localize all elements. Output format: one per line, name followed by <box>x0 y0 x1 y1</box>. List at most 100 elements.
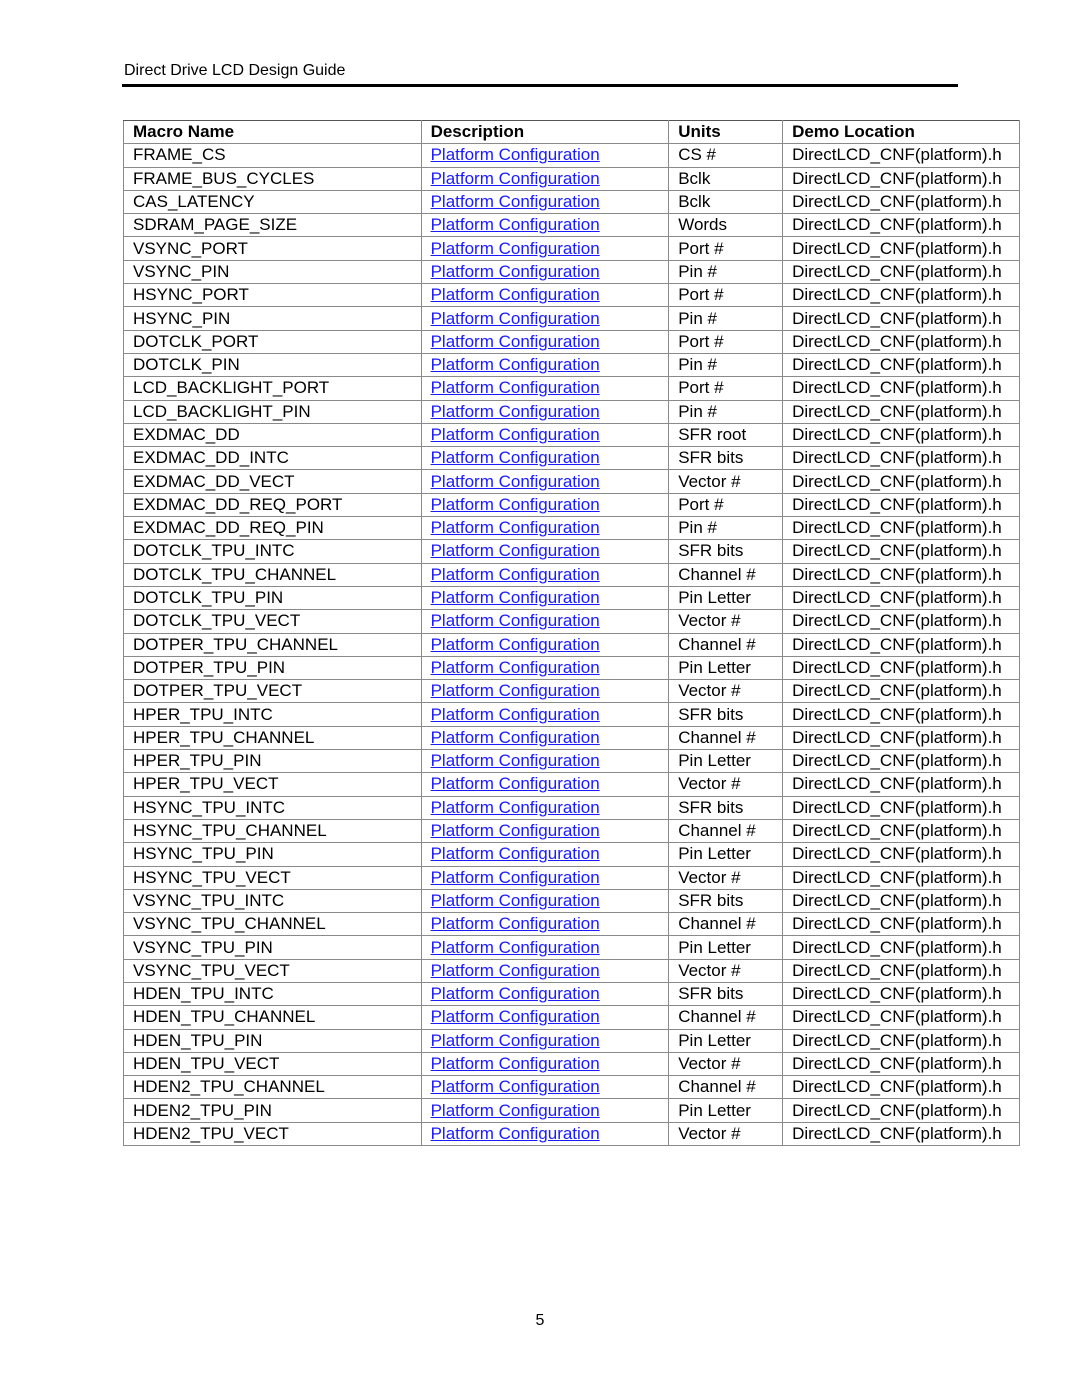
macro-name-cell: DOTCLK_PORT <box>123 329 422 354</box>
platform-configuration-link[interactable]: Platform Configuration <box>431 1124 600 1143</box>
platform-configuration-link[interactable]: Platform Configuration <box>431 914 600 933</box>
description-cell: Platform Configuration <box>420 446 670 471</box>
platform-configuration-link[interactable]: Platform Configuration <box>431 215 600 234</box>
platform-configuration-link[interactable]: Platform Configuration <box>431 355 600 374</box>
units-value: Bclk <box>678 192 711 212</box>
platform-configuration-link[interactable]: Platform Configuration <box>431 518 600 537</box>
platform-configuration-link[interactable]: Platform Configuration <box>431 1101 600 1120</box>
demo-location-value: DirectLCD_CNF(platform).h <box>792 355 1002 375</box>
demo-location-cell: DirectLCD_CNF(platform).h <box>782 702 1020 727</box>
platform-configuration-link[interactable]: Platform Configuration <box>431 541 600 560</box>
platform-configuration-link[interactable]: Platform Configuration <box>431 705 600 724</box>
macro-name: HDEN_TPU_INTC <box>133 984 274 1004</box>
units-value: Bclk <box>678 168 711 188</box>
demo-location-value: DirectLCD_CNF(platform).h <box>792 215 1002 235</box>
table-row: HPER_TPU_VECT Platform Configuration Vecto… <box>123 772 1020 797</box>
description-cell: Platform Configuration <box>420 912 670 937</box>
macro-name: CAS_LATENCY <box>133 192 255 212</box>
platform-configuration-link[interactable]: Platform Configuration <box>431 635 600 654</box>
table-row: HDEN_TPU_PIN Platform Configuration Pin Le… <box>123 1028 1020 1053</box>
platform-configuration-link[interactable]: Platform Configuration <box>431 285 600 304</box>
demo-location-cell: DirectLCD_CNF(platform).h <box>782 446 1020 471</box>
platform-configuration-link[interactable]: Platform Configuration <box>431 1077 600 1096</box>
platform-configuration-link[interactable]: Platform Configuration <box>431 1031 600 1050</box>
platform-configuration-link[interactable]: Platform Configuration <box>431 938 600 957</box>
platform-configuration-link[interactable]: Platform Configuration <box>431 1007 600 1026</box>
table-row: DOTCLK_TPU_INTC Platform Configuration SFR… <box>123 539 1020 564</box>
platform-configuration-link[interactable]: Platform Configuration <box>431 239 600 258</box>
platform-configuration-link[interactable]: Platform Configuration <box>431 891 600 910</box>
demo-location-value: DirectLCD_CNF(platform).h <box>792 1077 1002 1097</box>
demo-location-value: DirectLCD_CNF(platform).h <box>792 634 1002 654</box>
macro-table: Macro Name Description Units Demo Locati… <box>123 119 1020 1147</box>
platform-configuration-link[interactable]: Platform Configuration <box>431 425 600 444</box>
platform-configuration-link[interactable]: Platform Configuration <box>431 145 600 164</box>
demo-location-cell: DirectLCD_CNF(platform).h <box>782 679 1020 704</box>
platform-configuration-link[interactable]: Platform Configuration <box>431 332 600 351</box>
demo-location-cell: DirectLCD_CNF(platform).h <box>782 865 1020 890</box>
platform-configuration-link[interactable]: Platform Configuration <box>431 868 600 887</box>
table-row: EXDMAC_DD_REQ_PIN Platform Configuration P… <box>123 516 1020 541</box>
table-row: HPER_TPU_PIN Platform Configuration Pin Le… <box>123 749 1020 774</box>
demo-location-value: DirectLCD_CNF(platform).h <box>792 1100 1002 1120</box>
macro-name-cell: LCD_BACKLIGHT_PORT <box>123 376 422 401</box>
platform-configuration-link[interactable]: Platform Configuration <box>431 681 600 700</box>
platform-configuration-link[interactable]: Platform Configuration <box>431 448 600 467</box>
platform-configuration-link[interactable]: Platform Configuration <box>431 751 600 770</box>
table-row: HSYNC_PORT Platform Configuration Port # Di… <box>123 283 1020 308</box>
platform-configuration-link[interactable]: Platform Configuration <box>431 844 600 863</box>
platform-configuration-link[interactable]: Platform Configuration <box>431 472 600 491</box>
platform-configuration-link[interactable]: Platform Configuration <box>431 1054 600 1073</box>
description-cell: Platform Configuration <box>420 865 670 890</box>
units-value: Pin Letter <box>678 657 751 677</box>
platform-configuration-link[interactable]: Platform Configuration <box>431 565 600 584</box>
platform-configuration-link[interactable]: Platform Configuration <box>431 309 600 328</box>
platform-configuration-link[interactable]: Platform Configuration <box>431 192 600 211</box>
platform-configuration-link[interactable]: Platform Configuration <box>431 798 600 817</box>
description-cell: Platform Configuration <box>420 609 670 634</box>
demo-location-cell: DirectLCD_CNF(platform).h <box>782 958 1020 983</box>
description-cell: Platform Configuration <box>420 702 670 727</box>
demo-location-cell: DirectLCD_CNF(platform).h <box>782 352 1020 378</box>
units-cell: Port # <box>668 283 784 308</box>
platform-configuration-link[interactable]: Platform Configuration <box>431 728 600 747</box>
platform-configuration-link[interactable]: Platform Configuration <box>431 495 600 514</box>
macro-name: DOTCLK_PORT <box>133 331 259 351</box>
demo-location-value: DirectLCD_CNF(platform).h <box>792 657 1002 677</box>
description-cell: Platform Configuration <box>420 749 670 774</box>
units-cell: SFR bits <box>668 888 784 914</box>
demo-location-value: DirectLCD_CNF(platform).h <box>792 611 1002 631</box>
platform-configuration-link[interactable]: Platform Configuration <box>431 961 600 980</box>
units-value: Pin Letter <box>678 751 751 771</box>
platform-configuration-link[interactable]: Platform Configuration <box>431 378 600 397</box>
macro-name-cell: HDEN_TPU_VECT <box>123 1051 422 1077</box>
macro-name-cell: DOTCLK_TPU_CHANNEL <box>123 562 422 587</box>
table-row: EXDMAC_DD_INTC Platform Configuration SFR … <box>123 446 1020 471</box>
platform-configuration-link[interactable]: Platform Configuration <box>431 588 600 607</box>
description-cell: Platform Configuration <box>420 958 670 983</box>
platform-configuration-link[interactable]: Platform Configuration <box>431 821 600 840</box>
platform-configuration-link[interactable]: Platform Configuration <box>431 611 600 630</box>
table-row: HPER_TPU_CHANNEL Platform Configuration Ch… <box>123 725 1020 751</box>
demo-location-cell: DirectLCD_CNF(platform).h <box>782 981 1020 1007</box>
macro-name-cell: SDRAM_PAGE_SIZE <box>123 213 422 238</box>
demo-location-value: DirectLCD_CNF(platform).h <box>792 797 1002 817</box>
macro-name: HSYNC_TPU_PIN <box>133 844 274 864</box>
macro-name-cell: HPER_TPU_INTC <box>123 702 422 727</box>
table-row: DOTCLK_TPU_CHANNEL Platform Configuration… <box>123 562 1020 587</box>
platform-configuration-link[interactable]: Platform Configuration <box>431 774 600 793</box>
macro-name-cell: FRAME_CS <box>123 143 422 168</box>
demo-location-value: DirectLCD_CNF(platform).h <box>792 238 1002 258</box>
platform-configuration-link[interactable]: Platform Configuration <box>431 169 600 188</box>
platform-configuration-link[interactable]: Platform Configuration <box>431 658 600 677</box>
units-value: SFR bits <box>678 704 744 724</box>
demo-location-value: DirectLCD_CNF(platform).h <box>792 285 1002 305</box>
platform-configuration-link[interactable]: Platform Configuration <box>431 984 600 1003</box>
platform-configuration-link[interactable]: Platform Configuration <box>431 262 600 281</box>
demo-location-cell: DirectLCD_CNF(platform).h <box>782 795 1020 820</box>
description-cell: Platform Configuration <box>420 725 670 751</box>
macro-name-cell: VSYNC_TPU_CHANNEL <box>123 912 422 937</box>
description-cell: Platform Configuration <box>420 1075 670 1100</box>
demo-location-cell: DirectLCD_CNF(platform).h <box>782 1121 1020 1147</box>
platform-configuration-link[interactable]: Platform Configuration <box>431 402 600 421</box>
